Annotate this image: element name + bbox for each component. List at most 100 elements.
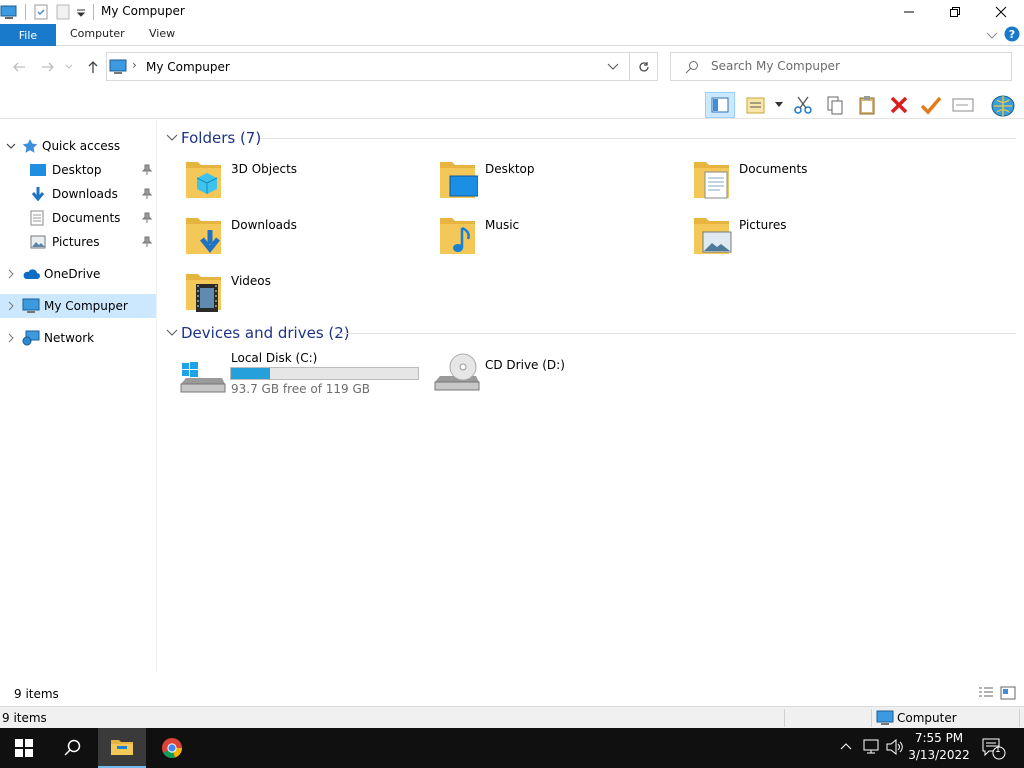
folder-tile-videos[interactable]: Videos	[182, 268, 432, 316]
drive-tile-local-disk-c[interactable]: Local Disk (C:) 93.7 GB free of 119 GB	[178, 350, 428, 398]
nav-pinned-pictures[interactable]: Pictures	[30, 230, 156, 254]
nav-label: Desktop	[52, 163, 102, 177]
clock-time: 7:55 PM	[914, 731, 964, 745]
windows-logo-icon	[15, 739, 33, 757]
show-hidden-icons-button[interactable]	[840, 741, 852, 751]
search-taskbar-button[interactable]	[48, 728, 96, 768]
toolbar-divider	[0, 118, 1024, 119]
desktop-icon	[30, 163, 52, 177]
view-options-dropdown[interactable]	[772, 92, 786, 118]
forward-button[interactable]	[39, 58, 57, 76]
expand-ribbon-icon[interactable]	[986, 30, 998, 40]
rename-button[interactable]	[950, 92, 976, 118]
back-button[interactable]	[10, 58, 28, 76]
pictures-icon	[30, 235, 52, 249]
breadcrumb-location[interactable]: My Compuper	[146, 60, 230, 74]
folders-group-header[interactable]: Folders (7)	[166, 128, 261, 148]
drives-group-header[interactable]: Devices and drives (2)	[166, 323, 350, 343]
pin-icon[interactable]	[142, 188, 152, 200]
minimize-button[interactable]	[886, 0, 932, 24]
chevron-down-icon	[166, 134, 178, 141]
nav-network[interactable]: Network	[0, 326, 156, 350]
drive-label: CD Drive (D:)	[485, 358, 565, 372]
folder-tile-desktop[interactable]: Desktop	[436, 156, 686, 204]
desktop-folder-icon	[440, 162, 478, 198]
chrome-taskbar-button[interactable]	[148, 728, 196, 768]
large-icons-view-button[interactable]	[1000, 686, 1016, 700]
preview-pane-button[interactable]	[705, 92, 735, 118]
delete-button[interactable]	[886, 92, 912, 118]
downloads-folder-icon	[186, 218, 221, 254]
location-zone: Computer	[897, 711, 957, 725]
status-strip: 9 items Computer	[0, 706, 1024, 728]
chevron-right-icon[interactable]	[0, 269, 22, 279]
folder-tile-music[interactable]: Music	[436, 212, 686, 260]
3d-objects-folder-icon	[186, 162, 221, 198]
folder-tile-downloads[interactable]: Downloads	[182, 212, 432, 260]
network-tray-icon[interactable]	[862, 739, 880, 755]
chevron-right-icon[interactable]	[0, 301, 22, 311]
nav-quick-access[interactable]: Quick access	[0, 134, 156, 158]
view-options-button[interactable]	[743, 92, 769, 118]
shell-button[interactable]	[990, 92, 1016, 118]
volume-icon[interactable]	[886, 739, 904, 755]
nav-onedrive[interactable]: OneDrive	[0, 262, 156, 286]
group-divider	[260, 138, 1016, 139]
paste-button[interactable]	[854, 92, 880, 118]
properties-icon[interactable]	[33, 4, 49, 20]
start-button[interactable]	[0, 728, 48, 768]
apply-button[interactable]	[918, 92, 944, 118]
folder-tile-pictures[interactable]: Pictures	[690, 212, 940, 260]
restore-button[interactable]	[932, 0, 978, 24]
search-icon	[685, 60, 699, 74]
chevron-down-icon	[775, 102, 783, 107]
drive-tile-cd-drive-d[interactable]: CD Drive (D:)	[432, 350, 682, 398]
nav-this-pc[interactable]: My Compuper	[0, 294, 156, 318]
tab-file[interactable]: File	[0, 24, 56, 46]
help-icon[interactable]: ?	[1004, 26, 1020, 42]
folder-tile-documents[interactable]: Documents	[690, 156, 940, 204]
pane-layout-icon	[711, 97, 729, 113]
folder-label: Downloads	[231, 218, 297, 232]
nav-label: OneDrive	[44, 267, 101, 281]
up-button[interactable]	[84, 58, 102, 76]
chevron-right-icon[interactable]	[0, 333, 22, 343]
pin-icon[interactable]	[142, 212, 152, 224]
download-arrow-icon	[30, 186, 52, 202]
folder-tile-3d-objects[interactable]: 3D Objects	[182, 156, 432, 204]
svg-text:?: ?	[1009, 28, 1015, 41]
folder-label: Videos	[231, 274, 271, 288]
new-folder-icon[interactable]	[55, 4, 71, 20]
pin-icon[interactable]	[142, 236, 152, 248]
tab-view[interactable]: View	[149, 27, 175, 40]
address-bar[interactable]: › My Compuper	[106, 52, 630, 81]
copy-button[interactable]	[822, 92, 848, 118]
nav-pinned-documents[interactable]: Documents	[30, 206, 156, 230]
notification-count: 1	[995, 745, 1001, 755]
pin-icon[interactable]	[142, 164, 152, 176]
nav-pinned-desktop[interactable]: Desktop	[30, 158, 156, 182]
videos-folder-icon	[186, 274, 221, 312]
recent-locations-button[interactable]	[63, 58, 75, 76]
forward-arrow-icon	[42, 62, 54, 72]
clock[interactable]: 7:55 PM 3/13/2022	[906, 731, 972, 762]
shell-globe-icon	[991, 95, 1015, 117]
nav-label: Documents	[52, 211, 121, 225]
chevron-down-icon[interactable]	[0, 143, 22, 149]
address-dropdown-icon[interactable]	[607, 63, 619, 71]
search-input[interactable]: Search My Compuper	[670, 52, 1012, 81]
customize-quick-access-icon[interactable]	[76, 8, 86, 18]
file-explorer-taskbar-button[interactable]	[98, 728, 146, 768]
computer-icon	[109, 59, 127, 75]
details-view-button[interactable]	[978, 686, 994, 700]
separator	[25, 4, 26, 20]
action-center-button[interactable]: 1	[982, 738, 1006, 760]
refresh-button[interactable]	[629, 52, 658, 81]
cut-button[interactable]	[790, 92, 816, 118]
nav-pinned-downloads[interactable]: Downloads	[30, 182, 156, 206]
close-button[interactable]	[978, 0, 1024, 24]
tab-computer[interactable]: Computer	[70, 27, 125, 40]
folder-label: Music	[485, 218, 520, 232]
ribbon-tab-bar: File Computer View ?	[0, 24, 1024, 46]
star-icon	[22, 138, 42, 154]
